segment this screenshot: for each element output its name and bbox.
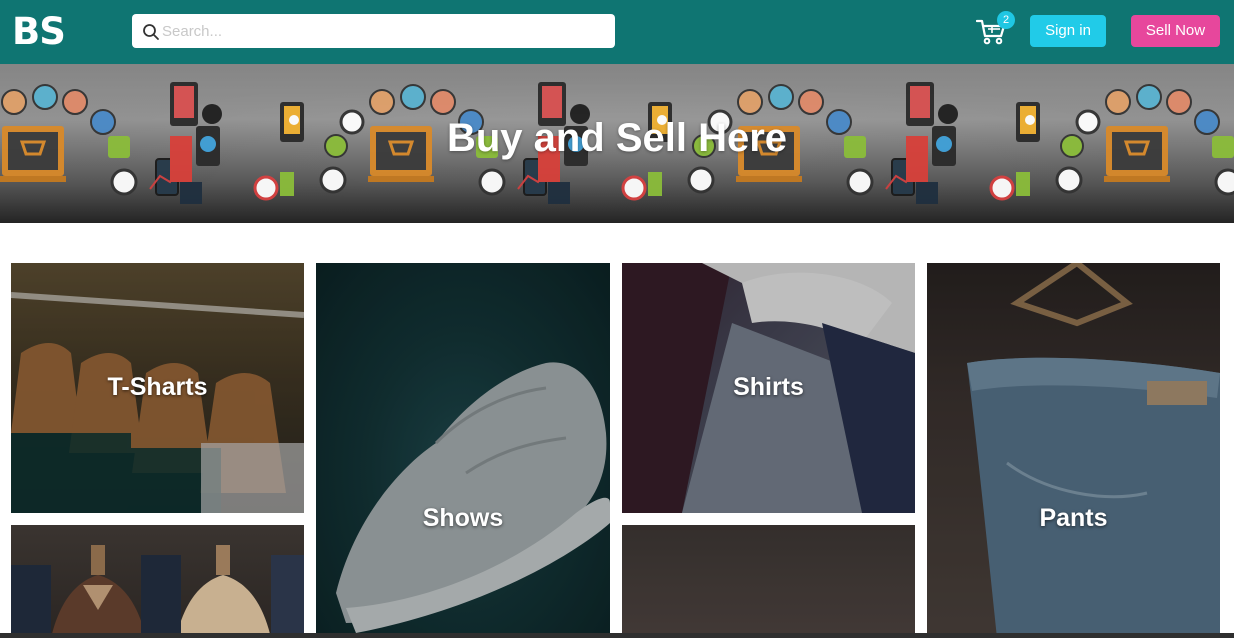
suits-photo: [11, 545, 304, 638]
cart-button[interactable]: 2: [976, 11, 1016, 48]
bottom-scrollbar[interactable]: [0, 633, 1234, 638]
search-input[interactable]: [162, 14, 607, 48]
sell-now-button[interactable]: Sell Now: [1131, 15, 1220, 47]
category-label-shows: Shows: [422, 504, 504, 532]
sign-in-button[interactable]: Sign in: [1030, 15, 1106, 47]
navbar: BS 2 Sign in Sell Now: [0, 0, 1234, 64]
category-tile-tshirts[interactable]: T-Sharts: [11, 263, 304, 513]
category-tile-suits[interactable]: [11, 525, 304, 638]
misc-photo: [622, 525, 915, 638]
hero-banner: Buy and Sell Here: [0, 64, 1234, 223]
hero-title: Buy and Sell Here: [446, 116, 788, 160]
shoe-photo: [316, 263, 610, 638]
search-icon: [143, 24, 159, 40]
category-tile-misc[interactable]: [622, 525, 915, 638]
category-tile-pants[interactable]: Pants: [927, 263, 1220, 638]
category-tile-shows[interactable]: Shows: [316, 263, 610, 638]
category-label-tshirts: T-Sharts: [107, 373, 208, 401]
category-label-shirts: Shirts: [733, 373, 804, 401]
logo[interactable]: BS: [12, 10, 66, 54]
category-tile-shirts[interactable]: Shirts: [622, 263, 915, 513]
category-label-pants: Pants: [1039, 504, 1108, 532]
search-bar[interactable]: [132, 14, 615, 48]
cart-count-badge: 2: [997, 11, 1015, 29]
pants-photo: [927, 263, 1220, 638]
